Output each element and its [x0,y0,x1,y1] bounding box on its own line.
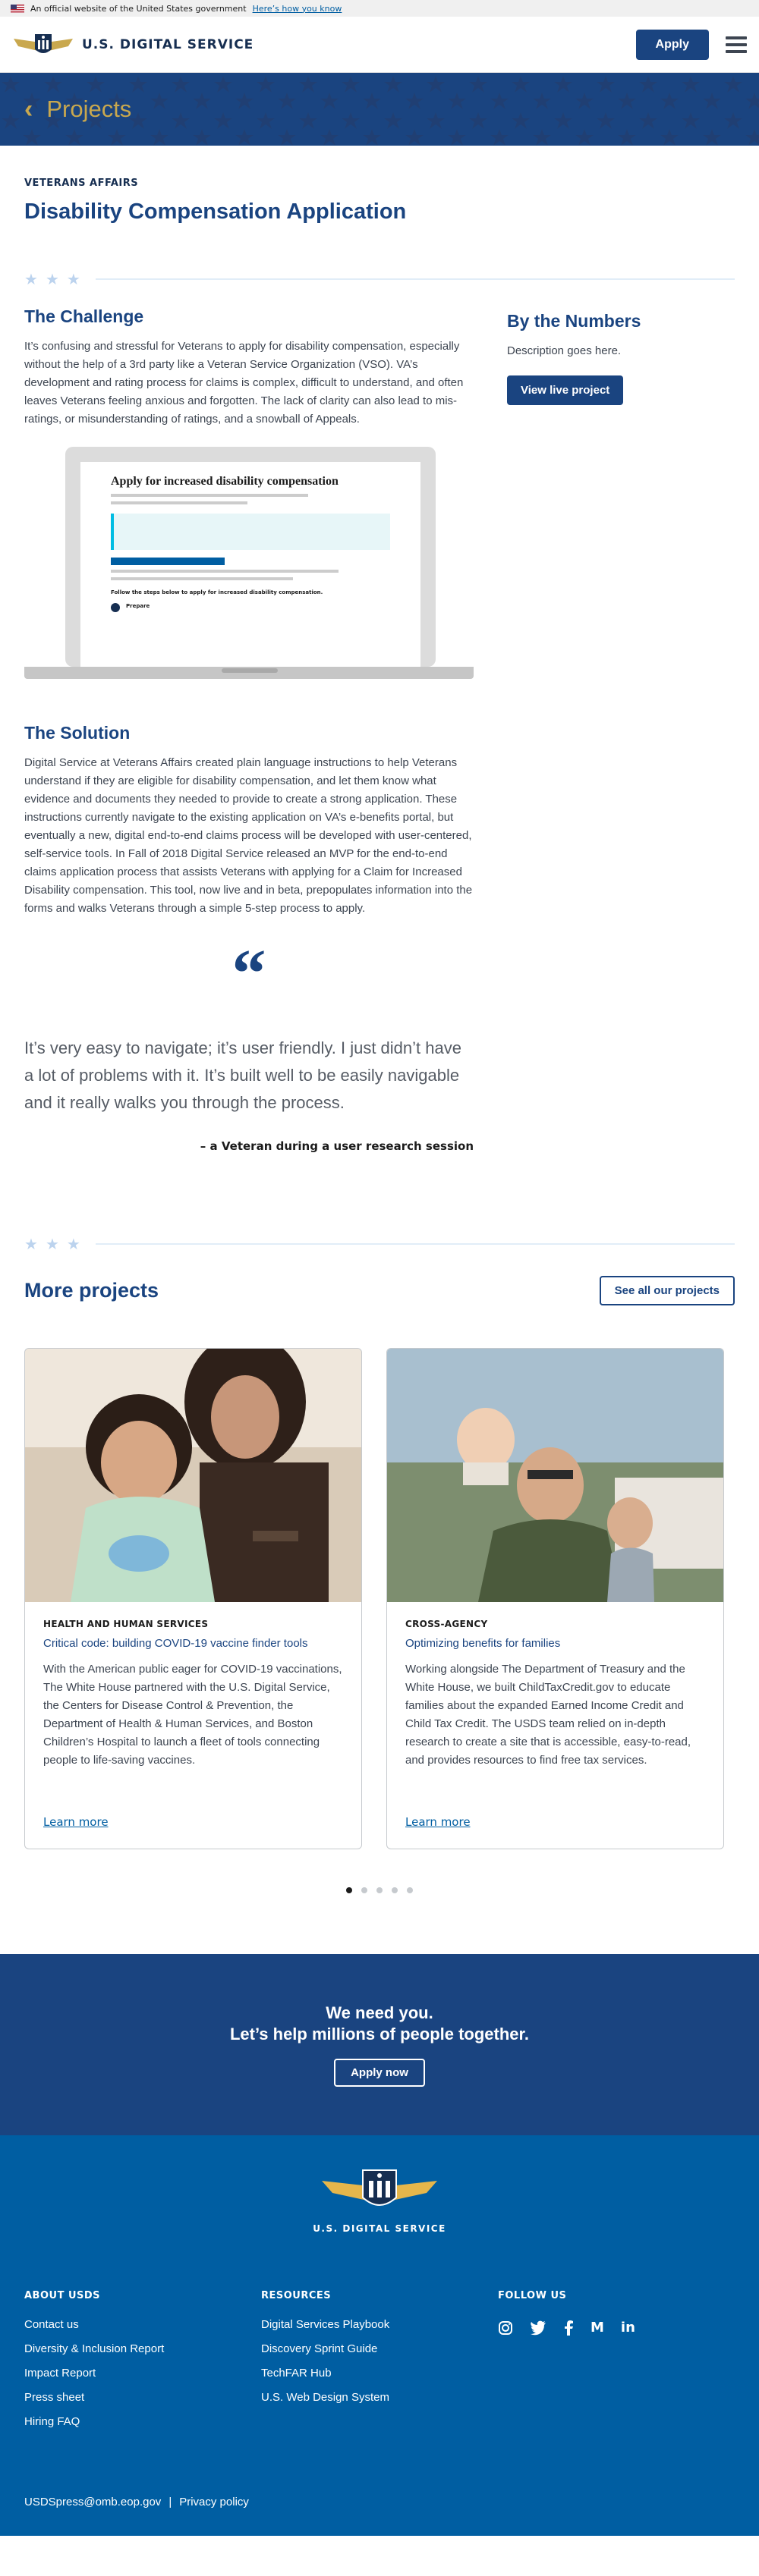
card-description: Working alongside The Department of Trea… [405,1663,691,1767]
apply-button[interactable]: Apply [635,29,709,60]
carousel-dots [24,1887,735,1893]
facebook-icon[interactable] [563,2320,574,2336]
site-footer: U.S. DIGITAL SERVICE ABOUT USDS Contact … [0,2135,759,2536]
instagram-icon[interactable] [498,2320,513,2336]
footer-about: ABOUT USDS Contact us Diversity & Inclus… [24,2290,261,2439]
page-title: Disability Compensation Application [24,199,407,224]
chevron-left-icon: ‹ [24,94,33,124]
star-icon: ★ [24,270,38,288]
footer-resources: RESOURCES Digital Services Playbook Disc… [261,2290,498,2439]
linkedin-icon[interactable]: in [621,2320,635,2336]
solution-heading: The Solution [24,723,131,743]
card-tag: HEALTH AND HUMAN SERVICES [43,1619,209,1629]
hero-title: Projects [46,96,132,122]
footer-follow-heading: FOLLOW US [498,2290,567,2301]
project-card[interactable]: CROSS-AGENCY Optimizing benefits for fam… [386,1348,724,1849]
card-description: With the American public eager for COVID… [43,1663,342,1767]
screenshot-alert [111,514,390,550]
footer-link[interactable]: Impact Report [24,2367,261,2380]
footer-link[interactable]: TechFAR Hub [261,2367,498,2380]
footer-link[interactable]: Contact us [24,2318,261,2331]
star-icon: ★ [24,1235,38,1253]
quote-attribution: – a Veteran during a user research sessi… [200,1139,474,1153]
main-content: VETERANS AFFAIRS Disability Compensation… [0,177,759,1893]
twitter-icon[interactable] [530,2320,546,2336]
screenshot-step: Prepare [126,603,150,609]
by-the-numbers: By the Numbers Description goes here. Vi… [507,306,735,1153]
project-cards: HEALTH AND HUMAN SERVICES Critical code:… [24,1348,735,1849]
privacy-policy-link[interactable]: Privacy policy [179,2496,249,2508]
card-title[interactable]: Critical code: building COVID-19 vaccine… [43,1637,343,1650]
see-all-projects-button[interactable]: See all our projects [599,1276,735,1305]
star-icon: ★ [66,270,80,288]
vaccine-photo [25,1349,361,1602]
gov-banner-link[interactable]: Here’s how you know [253,4,342,14]
star-icon: ★ [45,270,59,288]
footer-logo-text: U.S. DIGITAL SERVICE [313,2223,446,2234]
logo-text: U.S. DIGITAL SERVICE [82,36,254,52]
carousel-dot[interactable] [361,1887,367,1893]
usds-eagle-logo-icon [14,33,73,53]
screenshot-button [111,558,225,565]
star-divider: ★ ★ ★ [24,1236,735,1252]
star-icon: ★ [66,1235,80,1253]
footer-logo[interactable]: U.S. DIGITAL SERVICE [24,2135,735,2234]
laptop-screenshot: Apply for increased disability compensat… [24,447,474,683]
site-logo[interactable]: U.S. DIGITAL SERVICE [12,30,254,60]
cta-line-1: We need you. [326,2003,433,2022]
star-divider: ★ ★ ★ [24,272,735,287]
carousel-dot[interactable] [346,1887,352,1893]
footer-resources-heading: RESOURCES [261,2290,332,2301]
hero-banner: ‹ Projects [0,73,759,146]
family-photo [387,1349,723,1602]
footer-about-heading: ABOUT USDS [24,2290,101,2301]
view-live-project-button[interactable]: View live project [507,375,624,405]
card-title[interactable]: Optimizing benefits for families [405,1637,705,1650]
apply-now-button[interactable]: Apply now [334,2059,425,2087]
carousel-dot[interactable] [392,1887,398,1893]
quote-mark-icon: “ [231,936,266,1011]
footer-email-link[interactable]: USDSpress@omb.eop.gov [24,2496,161,2508]
hero-back-link[interactable]: ‹ Projects [24,95,131,124]
screenshot-subheading: Follow the steps below to apply for incr… [111,589,323,595]
numbers-description: Description goes here. [507,344,622,357]
footer-link[interactable]: Digital Services Playbook [261,2318,498,2331]
carousel-dot[interactable] [376,1887,383,1893]
footer-link[interactable]: U.S. Web Design System [261,2391,498,2404]
footer-link[interactable]: Discovery Sprint Guide [261,2342,498,2355]
site-header: U.S. DIGITAL SERVICE Apply [0,17,759,73]
card-tag: CROSS-AGENCY [405,1619,488,1629]
agency-eyebrow: VETERANS AFFAIRS [24,177,139,189]
numbers-heading: By the Numbers [507,311,641,331]
screenshot-title: Apply for increased disability compensat… [111,475,339,488]
gov-banner-text: An official website of the United States… [30,3,247,14]
learn-more-link[interactable]: Learn more [43,1815,109,1829]
footer-separator: | [168,2496,172,2508]
cta-line-2: Let’s help millions of people together. [229,2025,529,2044]
learn-more-link[interactable]: Learn more [405,1815,471,1829]
challenge-heading: The Challenge [24,306,144,326]
us-flag-icon [11,4,24,13]
footer-link[interactable]: Press sheet [24,2391,261,2404]
hamburger-menu-icon[interactable] [726,36,747,53]
usds-eagle-logo-icon [322,2169,437,2206]
footer-link[interactable]: Diversity & Inclusion Report [24,2342,261,2355]
star-icon: ★ [45,1235,59,1253]
medium-icon[interactable]: M [591,2320,604,2336]
testimonial-quote: It’s very easy to navigate; it’s user fr… [24,1038,461,1112]
carousel-dot[interactable] [407,1887,413,1893]
more-projects-heading: More projects [24,1279,159,1302]
gov-banner: An official website of the United States… [0,0,759,17]
footer-link[interactable]: Hiring FAQ [24,2415,261,2428]
footer-follow: FOLLOW US M in [498,2290,735,2439]
step-number-icon [111,603,120,612]
solution-body: Digital Service at Veterans Affairs crea… [24,756,473,915]
challenge-body: It’s confusing and stressful for Veteran… [24,340,464,426]
cta-section: We need you. Let’s help millions of peop… [0,1954,759,2135]
project-card[interactable]: HEALTH AND HUMAN SERVICES Critical code:… [24,1348,362,1849]
